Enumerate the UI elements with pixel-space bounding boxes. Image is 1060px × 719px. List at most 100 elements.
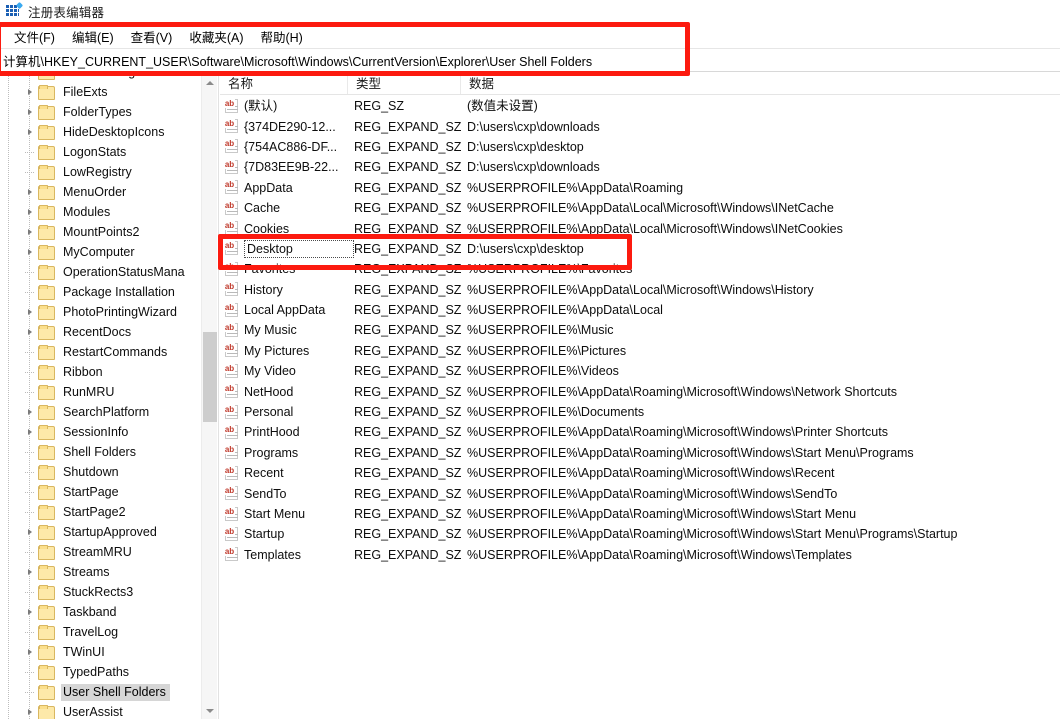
column-header-type[interactable]: 类型	[348, 74, 461, 94]
table-row[interactable]: ab My Video REG_EXPAND_SZ %USERPROFILE%\Vid…	[220, 361, 1060, 381]
table-row[interactable]: ab Desktop REG_EXPAND_SZ D:\users\cxp\deskt…	[220, 239, 1060, 259]
chevron-right-icon[interactable]	[22, 409, 38, 415]
tree-item-searchplatform[interactable]: SearchPlatform	[0, 402, 202, 422]
tree-item-startupapproved[interactable]: StartupApproved	[0, 522, 202, 542]
table-row[interactable]: ab {7D83EE9B-22... REG_EXPAND_SZ D:\users\c…	[220, 157, 1060, 177]
folder-icon	[38, 105, 55, 120]
chevron-right-icon[interactable]	[22, 229, 38, 235]
menu-edit[interactable]: 编辑(E)	[64, 25, 123, 48]
folder-icon	[38, 74, 55, 80]
table-row[interactable]: ab Personal REG_EXPAND_SZ %USERPROFILE%\Doc…	[220, 402, 1060, 422]
chevron-right-icon[interactable]	[22, 209, 38, 215]
table-row[interactable]: ab Recent REG_EXPAND_SZ %USERPROFILE%\AppDa…	[220, 463, 1060, 483]
chevron-right-icon[interactable]	[22, 109, 38, 115]
content-area: FeatureUsage FileExts FolderTypes HideDeskt…	[0, 74, 1060, 719]
table-row[interactable]: ab History REG_EXPAND_SZ %USERPROFILE%\AppD…	[220, 280, 1060, 300]
tree-item-user-shell-folders[interactable]: User Shell Folders	[0, 682, 202, 702]
tree-item-menuorder[interactable]: MenuOrder	[0, 182, 202, 202]
tree-item-typedpaths[interactable]: TypedPaths	[0, 662, 202, 682]
menu-favorites[interactable]: 收藏夹(A)	[181, 25, 252, 48]
tree-item-fileexts[interactable]: FileExts	[0, 82, 202, 102]
tree-item-modules[interactable]: Modules	[0, 202, 202, 222]
value-data-cell: %USERPROFILE%\Documents	[467, 405, 645, 420]
table-row[interactable]: ab Cookies REG_EXPAND_SZ %USERPROFILE%\AppD…	[220, 218, 1060, 238]
tree-item-startpage2[interactable]: StartPage2	[0, 502, 202, 522]
table-row[interactable]: ab (默认) REG_SZ (数值未设置)	[220, 96, 1060, 116]
tree-item-streams[interactable]: Streams	[0, 562, 202, 582]
table-row[interactable]: ab {754AC886-DF... REG_EXPAND_SZ D:\users\c…	[220, 137, 1060, 157]
table-row[interactable]: ab PrintHood REG_EXPAND_SZ %USERPROFILE%\Ap…	[220, 422, 1060, 442]
tree-item-lowregistry[interactable]: LowRegistry	[0, 162, 202, 182]
tree-item-restartcommands[interactable]: RestartCommands	[0, 342, 202, 362]
table-row[interactable]: ab NetHood REG_EXPAND_SZ %USERPROFILE%\AppD…	[220, 381, 1060, 401]
tree-item-userassist[interactable]: UserAssist	[0, 702, 202, 719]
tree-item-hidedesktopicons[interactable]: HideDesktopIcons	[0, 122, 202, 142]
tree-item-featureusage[interactable]: FeatureUsage	[0, 74, 202, 82]
string-value-icon: ab	[224, 526, 240, 542]
chevron-right-icon[interactable]	[22, 569, 38, 575]
tree-item-travellog[interactable]: TravelLog	[0, 622, 202, 642]
chevron-right-icon[interactable]	[22, 309, 38, 315]
tree-item-operationstatusmana[interactable]: OperationStatusMana	[0, 262, 202, 282]
tree-item-package-installation[interactable]: Package Installation	[0, 282, 202, 302]
chevron-right-icon[interactable]	[22, 249, 38, 255]
scroll-up-icon[interactable]	[202, 74, 218, 91]
chevron-right-icon[interactable]	[22, 709, 38, 715]
table-row[interactable]: ab Templates REG_EXPAND_SZ %USERPROFILE%\Ap…	[220, 545, 1060, 565]
menu-help[interactable]: 帮助(H)	[252, 25, 311, 48]
table-row[interactable]: ab Startup REG_EXPAND_SZ %USERPROFILE%\AppD…	[220, 524, 1060, 544]
chevron-right-icon[interactable]	[22, 649, 38, 655]
tree-item-recentdocs[interactable]: RecentDocs	[0, 322, 202, 342]
folder-icon	[38, 585, 55, 600]
scroll-down-icon[interactable]	[202, 702, 218, 719]
string-value-icon: ab	[224, 221, 240, 236]
tree-scrollbar-thumb[interactable]	[203, 332, 217, 422]
table-row[interactable]: ab Favorites REG_EXPAND_SZ %USERPROFILE%\Fa…	[220, 259, 1060, 279]
table-row[interactable]: ab AppData REG_EXPAND_SZ %USERPROFILE%\AppD…	[220, 178, 1060, 198]
table-row[interactable]: ab Local AppData REG_EXPAND_SZ %USERPROFILE…	[220, 300, 1060, 320]
pane-splitter[interactable]	[218, 74, 219, 719]
address-bar[interactable]: 计算机\HKEY_CURRENT_USER\Software\Microsoft…	[0, 48, 1060, 72]
chevron-right-icon[interactable]	[22, 129, 38, 135]
tree-item-stuckrects3[interactable]: StuckRects3	[0, 582, 202, 602]
tree-item-sessioninfo[interactable]: SessionInfo	[0, 422, 202, 442]
tree-item-startpage[interactable]: StartPage	[0, 482, 202, 502]
table-row[interactable]: ab My Pictures REG_EXPAND_SZ %USERPROFILE%\…	[220, 341, 1060, 361]
table-row[interactable]: ab {374DE290-12... REG_EXPAND_SZ D:\users\c…	[220, 116, 1060, 136]
chevron-right-icon[interactable]	[22, 89, 38, 95]
tree-item-shell-folders[interactable]: Shell Folders	[0, 442, 202, 462]
tree-item-logonstats[interactable]: LogonStats	[0, 142, 202, 162]
tree-item-mountpoints2[interactable]: MountPoints2	[0, 222, 202, 242]
tree-item-taskband[interactable]: Taskband	[0, 602, 202, 622]
folder-icon	[38, 385, 55, 400]
chevron-right-icon[interactable]	[22, 429, 38, 435]
tree-item-label: StartPage2	[63, 504, 126, 519]
tree-item-label: RecentDocs	[63, 324, 132, 339]
column-header-name[interactable]: 名称	[220, 74, 348, 94]
tree-item-mycomputer[interactable]: MyComputer	[0, 242, 202, 262]
chevron-right-icon[interactable]	[22, 74, 38, 75]
tree-item-twinui[interactable]: TWinUI	[0, 642, 202, 662]
tree-item-streammru[interactable]: StreamMRU	[0, 542, 202, 562]
tree-item-runmru[interactable]: RunMRU	[0, 382, 202, 402]
tree-item-photoprintingwizard[interactable]: PhotoPrintingWizard	[0, 302, 202, 322]
chevron-right-icon[interactable]	[22, 529, 38, 535]
table-row[interactable]: ab My Music REG_EXPAND_SZ %USERPROFILE%\Mus…	[220, 320, 1060, 340]
tree-item-label: TWinUI	[63, 644, 105, 659]
chevron-right-icon[interactable]	[22, 189, 38, 195]
menu-file[interactable]: 文件(F)	[6, 25, 64, 48]
column-header-data[interactable]: 数据	[461, 74, 1059, 94]
chevron-right-icon[interactable]	[22, 609, 38, 615]
table-row[interactable]: ab SendTo REG_EXPAND_SZ %USERPROFILE%\AppDa…	[220, 483, 1060, 503]
tree-item-shutdown[interactable]: Shutdown	[0, 462, 202, 482]
table-row[interactable]: ab Programs REG_EXPAND_SZ %USERPROFILE%\App…	[220, 443, 1060, 463]
tree-vertical-scrollbar[interactable]	[201, 74, 217, 719]
value-type-cell: REG_EXPAND_SZ	[354, 384, 462, 399]
tree-item-ribbon[interactable]: Ribbon	[0, 362, 202, 382]
tree-item-label: PhotoPrintingWizard	[63, 304, 177, 319]
tree-item-foldertypes[interactable]: FolderTypes	[0, 102, 202, 122]
chevron-right-icon[interactable]	[22, 329, 38, 335]
menu-view[interactable]: 查看(V)	[123, 25, 182, 48]
table-row[interactable]: ab Cache REG_EXPAND_SZ %USERPROFILE%\AppDat…	[220, 198, 1060, 218]
table-row[interactable]: ab Start Menu REG_EXPAND_SZ %USERPROFILE%\A…	[220, 504, 1060, 524]
